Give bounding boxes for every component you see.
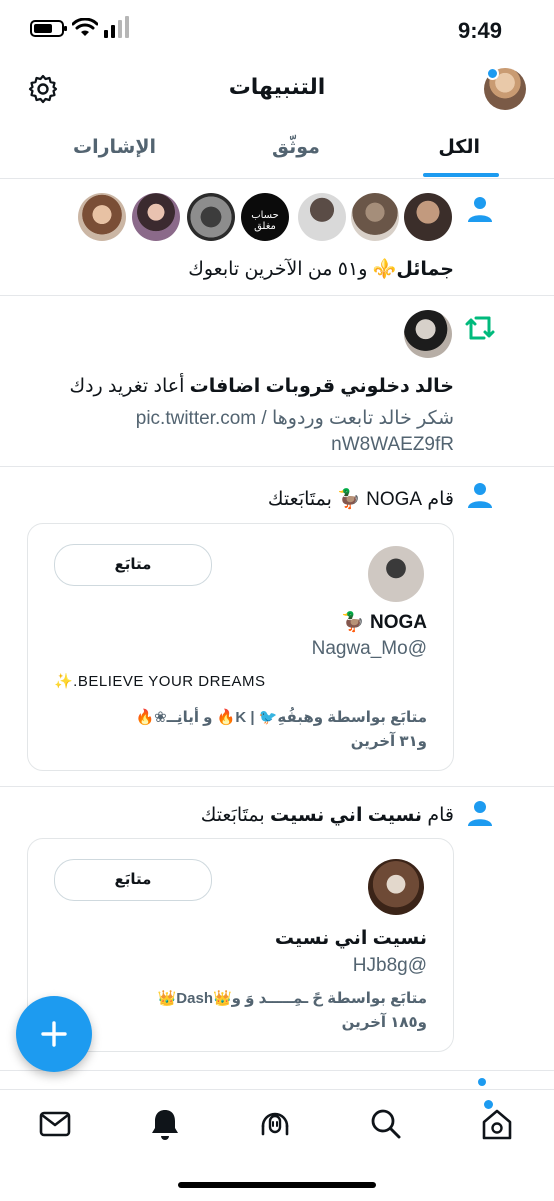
wifi-icon	[72, 18, 98, 36]
tab-mentions[interactable]: الإشارات	[73, 136, 156, 159]
status-bar: 9:49	[0, 0, 554, 56]
avatar[interactable]	[351, 193, 399, 241]
user-card[interactable]: متابَع نسيت اني نسيت @HJb8g متابَع بواسط…	[27, 838, 454, 1052]
user-card[interactable]: متابَع NOGA 🦆 @Nagwa_Mo ✨.BELIEVE YOUR D…	[27, 523, 454, 771]
home-icon[interactable]	[479, 1106, 515, 1142]
home-notification-dot	[484, 1100, 493, 1109]
card-display-name[interactable]: نسيت اني نسيت	[47, 927, 427, 950]
follower-name[interactable]: جمائل⚜️	[373, 259, 454, 280]
mail-icon[interactable]	[37, 1106, 73, 1142]
avatar[interactable]	[78, 193, 126, 241]
notification-retweet[interactable]: خالد دخلوني قروبات اضافات أعاد تغريد ردك…	[0, 296, 554, 466]
divider	[0, 1070, 554, 1071]
following-button[interactable]: متابَع	[54, 544, 212, 586]
card-followed-by: متابَع بواسطة وهبفُهِ🐦 | K🔥 و أيانِــ❀🔥	[135, 709, 427, 726]
avatar[interactable]	[187, 193, 235, 241]
notification-text: قام نسيت اني نسيت بمتَابَعتك	[34, 803, 454, 829]
notification-peek	[478, 1078, 486, 1086]
avatar[interactable]	[368, 859, 424, 915]
notification-suffix: بمتَابَعتك	[200, 805, 265, 826]
follower-name[interactable]: NOGA 🦆	[337, 489, 422, 510]
card-handle[interactable]: @HJb8g	[47, 955, 427, 977]
card-display-name[interactable]: NOGA 🦆	[47, 610, 427, 634]
follower-name[interactable]: نسيت اني نسيت	[270, 805, 422, 826]
person-icon	[468, 197, 492, 222]
avatar[interactable]	[368, 546, 424, 602]
compose-button[interactable]	[16, 996, 92, 1072]
search-icon[interactable]	[368, 1106, 404, 1142]
plus-icon	[41, 1021, 67, 1047]
retweeter-name[interactable]: خالد دخلوني قروبات اضافات	[190, 376, 454, 397]
avatar[interactable]	[298, 193, 346, 241]
notification-suffix: بمتَابَعتك	[267, 489, 332, 510]
bell-icon[interactable]	[147, 1106, 183, 1142]
card-others-count: و١٨٥ آخرين	[341, 1014, 427, 1031]
follow-summary: و٥١ من الآخرين تابعوك	[188, 259, 373, 280]
locked-account-label: حساب مغلق	[251, 210, 279, 232]
card-bio: ✨.BELIEVE YOUR DREAMS	[54, 673, 266, 690]
quoted-text-line1: شكر خالد تابعت وردوها / pic.twitter.com	[135, 408, 454, 429]
card-others-count: و٣١ آخرين	[350, 733, 427, 750]
retweet-summary: أعاد تغريد ردك	[69, 376, 190, 397]
person-icon	[468, 801, 492, 826]
quoted-text-line2: nW8WAEZ9fR	[331, 434, 454, 455]
notification-text: خالد دخلوني قروبات اضافات أعاد تغريد ردك	[34, 374, 454, 400]
home-indicator	[178, 1182, 376, 1188]
following-button[interactable]: متابَع	[54, 859, 212, 901]
signal-icon	[104, 16, 130, 38]
avatar[interactable]	[132, 193, 180, 241]
tab-all[interactable]: الكل	[438, 136, 480, 159]
status-time: 9:49	[457, 18, 502, 43]
avatar[interactable]	[404, 193, 452, 241]
notification-prefix: قام	[427, 489, 454, 510]
spaces-icon[interactable]	[257, 1106, 293, 1142]
notification-followers[interactable]: حساب مغلق جمائل⚜️ و٥١ من الآخرين تابعوك	[0, 179, 554, 295]
person-icon	[468, 483, 492, 508]
retweet-icon	[465, 316, 495, 340]
tab-active-indicator	[423, 173, 499, 177]
unread-dot	[486, 67, 499, 80]
avatar[interactable]	[404, 310, 452, 358]
card-followed-by: متابَع بواسطة حً ـمِـــــد وَ و👑Dash👑	[157, 990, 427, 1007]
notification-text: قام NOGA 🦆 بمتَابَعتك	[34, 487, 454, 513]
notification-prefix: قام	[427, 805, 454, 826]
tab-verified[interactable]: موثّق	[272, 136, 320, 159]
card-handle[interactable]: @Nagwa_Mo	[47, 638, 427, 660]
page-title: التنبيهات	[228, 74, 326, 99]
avatar-locked[interactable]: حساب مغلق	[241, 193, 289, 241]
battery-icon	[30, 20, 67, 37]
notification-text: جمائل⚜️ و٥١ من الآخرين تابعوك	[34, 257, 454, 283]
